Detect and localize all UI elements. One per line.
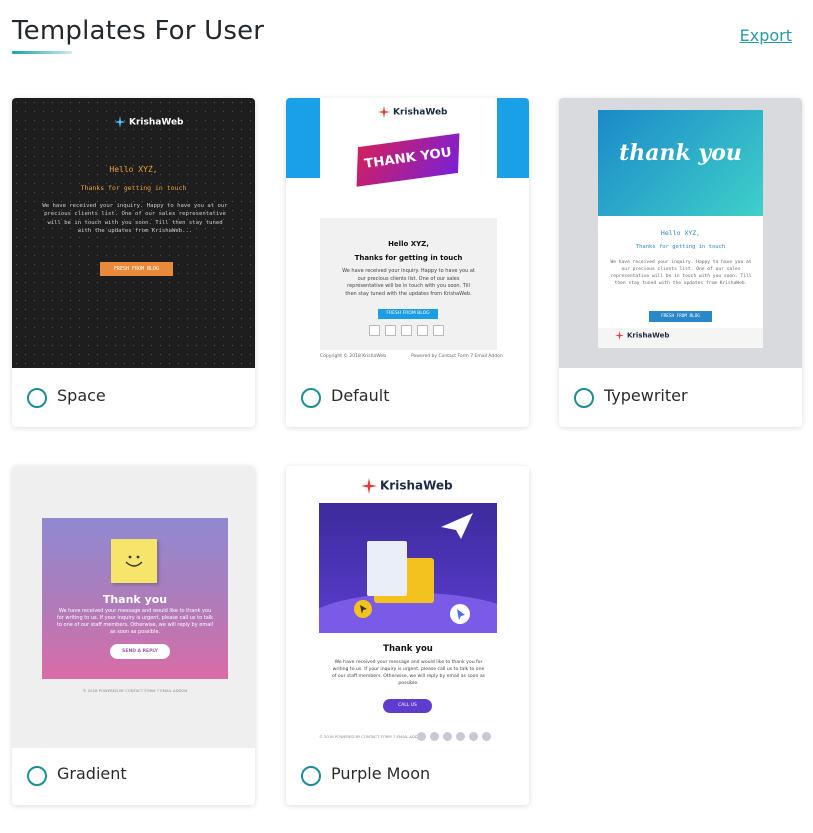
template-preview-gradient: Thank you We have received your message …: [12, 466, 255, 748]
instagram-icon: [443, 732, 452, 741]
preview-footer: © 2018 POWERED BY CONTACT FORM 7 EMAIL A…: [82, 688, 188, 693]
logo-mark-icon: [615, 331, 624, 340]
card-footer: Typewriter: [559, 370, 802, 427]
preview-button: FRESH FROM BLOG: [649, 311, 712, 322]
radio-button[interactable]: [301, 388, 321, 408]
radio-button[interactable]: [27, 388, 47, 408]
preview-button: SEND A REPLY: [110, 644, 170, 659]
krishaweb-logo: KrishaWeb: [378, 106, 448, 118]
template-card-gradient[interactable]: Thank you We have received your message …: [12, 466, 255, 805]
preview-thanks: Thanks for getting in touch: [354, 254, 463, 262]
preview-body: We have received your inquiry. Happy to …: [42, 203, 228, 235]
linkedin-icon: [456, 732, 465, 741]
preview-thanks: Thanks for getting in touch: [635, 244, 726, 250]
preview-body: We have received your inquiry. Happy to …: [342, 268, 475, 297]
template-preview-space: KrishaWeb Hello XYZ, Thanks for getting …: [12, 98, 255, 368]
card-footer: Gradient: [12, 748, 255, 805]
template-name: Default: [331, 386, 390, 405]
krishaweb-logo: KrishaWeb: [114, 116, 184, 128]
linkedin-icon: [401, 325, 412, 336]
krishaweb-logo: KrishaWeb: [615, 331, 669, 340]
twitter-icon: [482, 732, 491, 741]
preview-heading: Thank you: [102, 593, 168, 606]
paper-plane-icon: [441, 513, 473, 539]
preview-hello: Hello XYZ,: [660, 229, 701, 237]
preview-footer-powered: Powered by Contact Form 7 Email Addon: [411, 354, 503, 359]
preview-heading: Thank you: [383, 644, 433, 654]
preview-button: FRESH FROM BLOG: [100, 262, 173, 276]
pinterest-icon: [469, 732, 478, 741]
template-preview-typewriter: thank you Hello XYZ, Thanks for getting …: [559, 98, 802, 368]
facebook-icon: [369, 325, 380, 336]
radio-button[interactable]: [301, 766, 321, 786]
title-underline: [12, 51, 72, 54]
preview-body: We have received your message and would …: [56, 608, 214, 635]
card-footer: Space: [12, 370, 255, 427]
logo-mark-icon: [114, 116, 126, 128]
radio-button[interactable]: [27, 766, 47, 786]
sticky-note-illustration: [111, 539, 157, 583]
template-preview-default: KrishaWeb THANK YOU Hello XYZ, Thanks fo…: [286, 98, 529, 368]
template-card-purple-moon[interactable]: KrishaWeb Thank you We have received you…: [286, 466, 529, 805]
facebook-icon: [417, 732, 426, 741]
twitter-icon: [385, 325, 396, 336]
preview-hero: thank you: [598, 110, 763, 216]
cursor-icon: [450, 604, 470, 624]
logo-mark-icon: [361, 478, 377, 494]
template-card-default[interactable]: KrishaWeb THANK YOU Hello XYZ, Thanks fo…: [286, 98, 529, 427]
radio-button[interactable]: [574, 388, 594, 408]
google-plus-icon: [430, 732, 439, 741]
page-header: Templates For User Export: [12, 14, 802, 64]
card-footer: Purple Moon: [286, 748, 529, 805]
preview-footer: © 2018 POWERED BY CONTACT FORM 7 EMAIL A…: [319, 734, 424, 739]
template-name: Space: [57, 386, 106, 405]
preview-hello: Hello XYZ,: [388, 240, 429, 248]
page-title: Templates For User: [12, 16, 265, 46]
krishaweb-logo: KrishaWeb: [361, 478, 453, 494]
template-preview-purple-moon: KrishaWeb Thank you We have received you…: [286, 466, 529, 748]
instagram-icon: [417, 325, 428, 336]
preview-body: We have received your inquiry. Happy to …: [610, 260, 752, 286]
preview-thanks: Thanks for getting in touch: [80, 184, 187, 192]
document-illustration: [367, 541, 407, 596]
preview-hero: [319, 503, 497, 633]
preview-button: FRESH FROM BLOG: [378, 309, 438, 319]
template-name: Typewriter: [604, 386, 688, 405]
template-card-typewriter[interactable]: thank you Hello XYZ, Thanks for getting …: [559, 98, 802, 427]
export-link[interactable]: Export: [740, 26, 792, 45]
preview-footer-copyright: Copyright © 2018 KrishaWeb: [320, 354, 387, 359]
template-card-space[interactable]: KrishaWeb Hello XYZ, Thanks for getting …: [12, 98, 255, 427]
preview-hello: Hello XYZ,: [109, 165, 158, 174]
preview-button: CALL US: [383, 699, 432, 713]
smiley-icon: [125, 555, 143, 567]
template-name: Purple Moon: [331, 764, 431, 783]
card-footer: Default: [286, 370, 529, 427]
cursor-badge-icon: [354, 600, 372, 618]
template-name: Gradient: [57, 764, 127, 783]
logo-mark-icon: [378, 106, 390, 118]
preview-body: We have received your message and would …: [331, 660, 486, 686]
pinterest-icon: [433, 325, 444, 336]
